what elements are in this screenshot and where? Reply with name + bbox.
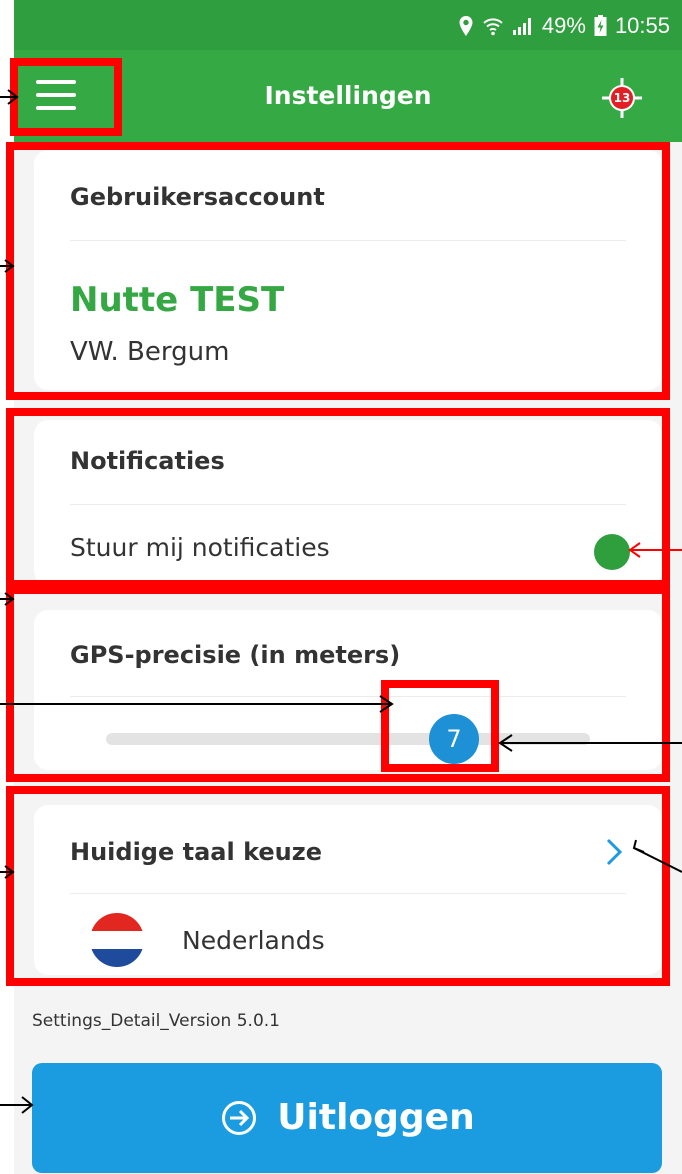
annotation-arrows (0, 89, 682, 1114)
